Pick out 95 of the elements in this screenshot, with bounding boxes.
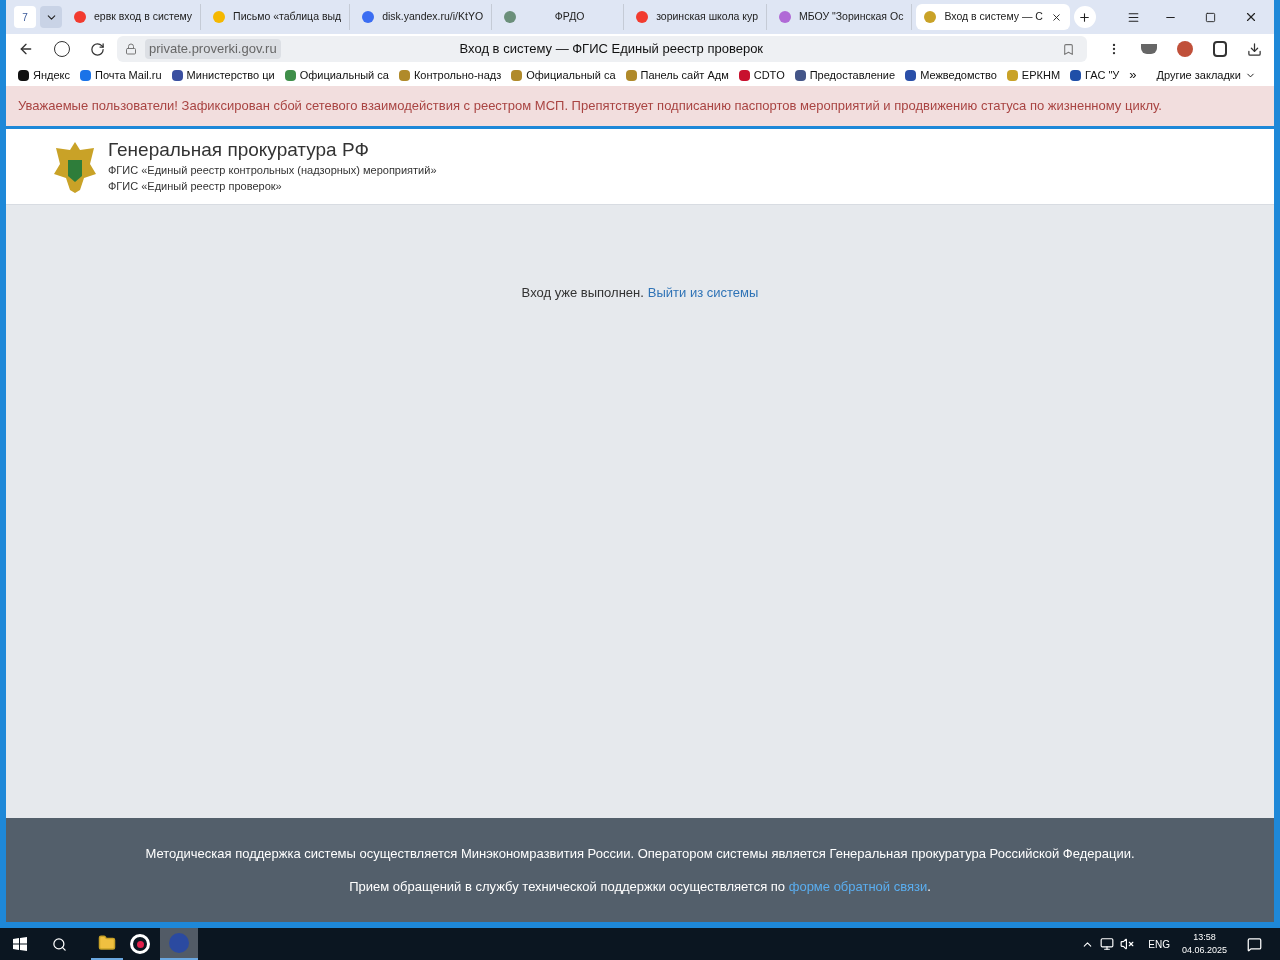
bookmark-label: Панель сайт Адм bbox=[640, 67, 729, 83]
bookmark-item[interactable]: Почта Mail.ru bbox=[80, 66, 162, 84]
bookmark-item[interactable]: Министерство ци bbox=[171, 66, 275, 84]
reload-icon[interactable] bbox=[90, 41, 105, 57]
bookmark-favicon-icon bbox=[794, 69, 806, 81]
maximize-icon[interactable] bbox=[1205, 11, 1216, 23]
browser-tab[interactable]: МБОУ "Зоринская Ос bbox=[771, 4, 913, 30]
bookmark-favicon-icon bbox=[738, 69, 750, 81]
bookmark-item[interactable]: CDTO bbox=[738, 66, 785, 84]
system-subtitle: ФГИС «Единый реестр контрольных (надзорных) мероприятий» bbox=[108, 163, 437, 178]
footer-text: Прием обращений в службу технической поддержки осуществляется по bbox=[349, 878, 787, 896]
bookmark-label: Министерство ци bbox=[186, 67, 275, 83]
favicon-icon bbox=[74, 11, 86, 23]
language-indicator[interactable]: ENG bbox=[1148, 936, 1170, 952]
tab-title: зоринская школа кур bbox=[656, 9, 758, 25]
bookmark-label: Яндекс bbox=[33, 67, 70, 83]
bookmark-favicon-icon bbox=[80, 69, 91, 81]
windows-start-icon[interactable] bbox=[13, 937, 27, 951]
bookmark-item[interactable]: ЕРКНМ bbox=[1006, 66, 1061, 84]
browser-tab[interactable]: ФРДО bbox=[496, 4, 625, 30]
browser-taskbar-icon[interactable] bbox=[160, 928, 198, 960]
bookmark-favicon-icon bbox=[171, 69, 183, 81]
browser-tab[interactable]: disk.yandex.ru/i/KtYO bbox=[354, 4, 493, 30]
favicon-icon bbox=[636, 11, 649, 23]
favicon-icon bbox=[779, 11, 791, 23]
bookmark-favicon-icon bbox=[625, 69, 637, 81]
menu-icon[interactable] bbox=[1127, 10, 1140, 24]
bookmark-label: Предоставление bbox=[809, 67, 896, 83]
favicon-icon bbox=[213, 11, 226, 23]
bookmark-favicon-icon bbox=[511, 69, 523, 81]
bookmark-label: Межведомство bbox=[920, 67, 997, 83]
login-status-text: Вход уже выполнен. bbox=[521, 283, 644, 302]
bookmark-item[interactable]: Панель сайт Адм bbox=[625, 66, 729, 84]
url-text: private.proverki.gov.ru bbox=[145, 39, 281, 59]
favicon-icon bbox=[924, 11, 937, 23]
bookmark-label: Официальный са bbox=[526, 67, 616, 83]
tab-list-button[interactable] bbox=[40, 6, 62, 28]
bookmark-item[interactable]: Официальный са bbox=[511, 66, 616, 84]
bookmark-favicon-icon bbox=[18, 69, 29, 81]
browser-tab[interactable]: Письмо «таблица выд bbox=[205, 4, 351, 30]
bookmark-favicon-icon bbox=[905, 69, 917, 81]
org-title: Генеральная прокуратура РФ bbox=[108, 138, 370, 162]
clock[interactable]: 13:58 04.06.2025 bbox=[1181, 931, 1227, 957]
tab-count[interactable]: 7 bbox=[14, 6, 36, 28]
notifications-icon[interactable] bbox=[1247, 936, 1262, 952]
bookmark-label: ГАС "У bbox=[1085, 67, 1120, 83]
browser-tab[interactable]: Вход в систему — С bbox=[916, 4, 1070, 30]
bookmark-label: ЕРКНМ bbox=[1021, 67, 1061, 83]
bookmark-item[interactable]: Контрольно-надз bbox=[398, 66, 502, 84]
footer-text: Методическая поддержка системы осуществляется Минэкономразвития России. Оператором системы является Генеральная прокуратура Российской Федерации. bbox=[145, 844, 1135, 863]
bookmark-label: Контрольно-надз bbox=[413, 67, 502, 83]
logout-link[interactable]: Выйти из системы bbox=[647, 282, 759, 818]
search-icon[interactable] bbox=[52, 936, 67, 952]
favicon-icon bbox=[362, 11, 375, 23]
extension-icon[interactable] bbox=[1141, 44, 1157, 54]
new-tab-button[interactable] bbox=[1073, 6, 1096, 28]
bookmark-favicon-icon bbox=[284, 69, 296, 81]
app-icon[interactable] bbox=[130, 934, 150, 954]
more-bookmarks-button[interactable]: » bbox=[1129, 65, 1137, 85]
footer-punctuation: . bbox=[927, 878, 931, 896]
page-title: Вход в систему — ФГИС Единый реестр проверок bbox=[458, 40, 765, 59]
bookmark-item[interactable]: Межведомство bbox=[905, 66, 997, 84]
browser-tab[interactable]: ервк вход в систему bbox=[66, 4, 202, 30]
bookmark-icon[interactable] bbox=[1062, 42, 1075, 56]
close-tab-icon[interactable] bbox=[1050, 11, 1062, 23]
bookmark-item[interactable]: Предоставление bbox=[794, 66, 896, 84]
other-bookmarks-label: Другие закладки bbox=[1156, 67, 1241, 83]
bookmark-favicon-icon bbox=[1070, 69, 1082, 81]
tab-title: Письмо «таблица выд bbox=[233, 9, 342, 25]
muted-volume-icon[interactable] bbox=[1120, 937, 1135, 951]
browser-tab[interactable]: зоринская школа кур bbox=[628, 4, 767, 30]
tab-title: ервк вход в систему bbox=[94, 9, 193, 25]
bookmark-label: CDTO bbox=[753, 67, 785, 83]
tab-title: Вход в систему — С bbox=[944, 9, 1043, 25]
download-icon[interactable] bbox=[1247, 41, 1262, 57]
plus-icon bbox=[1078, 10, 1092, 24]
tab-title: disk.yandex.ru/i/KtYO bbox=[382, 9, 484, 25]
bookmark-favicon-icon bbox=[398, 69, 410, 81]
bookmark-label: Официальный са bbox=[299, 67, 389, 83]
favicon-icon bbox=[504, 11, 517, 23]
address-bar[interactable]: private.proverki.gov.ru Вход в систему — ФГИС Единый реестр проверок bbox=[117, 36, 1087, 62]
network-icon[interactable] bbox=[1100, 937, 1115, 951]
alert-banner: Уважаемые пользователи! Зафиксирован сбой сетевого взаимодействия с реестром МСП. Препятствует подписанию паспортов мероприятий и продвижению статуса по жизненному циклу. bbox=[6, 86, 1274, 129]
tab-title: МБОУ "Зоринская Ос bbox=[799, 9, 904, 25]
extension-icon[interactable] bbox=[1213, 41, 1227, 57]
lock-icon bbox=[125, 43, 137, 55]
close-icon[interactable] bbox=[1244, 10, 1258, 24]
bookmark-item[interactable]: Яндекс bbox=[18, 66, 70, 84]
bookmark-favicon-icon bbox=[1006, 69, 1018, 81]
bookmark-label: Почта Mail.ru bbox=[95, 67, 162, 83]
tab-title: ФРДО bbox=[553, 9, 586, 25]
bookmark-item[interactable]: ГАС "У bbox=[1070, 66, 1120, 84]
bookmark-item[interactable]: Официальный са bbox=[284, 66, 389, 84]
back-icon[interactable] bbox=[18, 41, 34, 57]
system-subtitle: ФГИС «Единый реестр проверок» bbox=[108, 179, 283, 194]
